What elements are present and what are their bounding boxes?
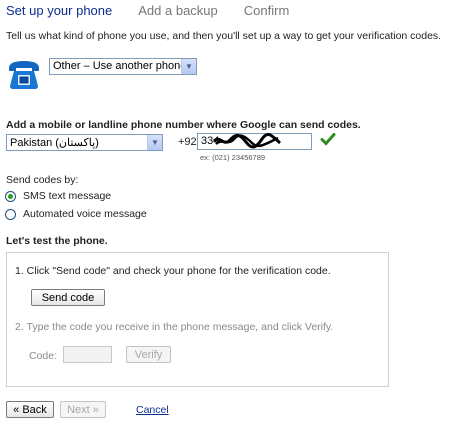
verify-button[interactable]: Verify [126, 346, 171, 363]
next-button[interactable]: Next » [60, 401, 106, 418]
step-add-backup: Add a backup [138, 3, 218, 18]
redaction-scribble [212, 132, 281, 149]
sms-radio[interactable] [5, 190, 16, 202]
voice-option[interactable]: Automated voice message [5, 208, 147, 220]
phone-example-hint: ex: (021) 23456789 [200, 153, 266, 162]
cancel-link[interactable]: Cancel [136, 404, 169, 416]
voice-label: Automated voice message [23, 208, 147, 220]
voice-radio[interactable] [5, 208, 16, 220]
phone-type-select[interactable]: Other – Use another phone ▼ [49, 58, 197, 75]
send-codes-label: Send codes by: [6, 174, 79, 186]
telephone-icon [9, 61, 39, 89]
sms-label: SMS text message [23, 190, 112, 202]
chevron-down-icon: ▼ [147, 135, 162, 150]
intro-text: Tell us what kind of phone you use, and … [6, 30, 442, 42]
country-value: Pakistan (پاکستان) [10, 137, 99, 149]
chevron-down-icon: ▼ [181, 59, 196, 74]
send-code-button[interactable]: Send code [31, 289, 105, 306]
phone-type-value: Other – Use another phone [53, 60, 187, 72]
back-button[interactable]: « Back [6, 401, 54, 418]
country-code-prefix: +92 [178, 136, 197, 148]
test-step-1: 1. Click "Send code" and check your phon… [15, 265, 331, 277]
country-select[interactable]: Pakistan (پاکستان) ▼ [6, 134, 163, 151]
sms-option[interactable]: SMS text message [5, 190, 111, 202]
test-phone-panel: 1. Click "Send code" and check your phon… [6, 252, 389, 387]
code-label: Code: [29, 350, 58, 362]
test-step-2: 2. Type the code you receive in the phon… [15, 321, 334, 333]
test-phone-heading: Let's test the phone. [6, 235, 108, 247]
code-input[interactable] [63, 346, 112, 363]
step-confirm: Confirm [243, 3, 290, 18]
checkmark-icon [320, 133, 336, 146]
step-set-up-phone: Set up your phone [6, 3, 113, 18]
step-indicator: Set up your phone Add a backup Confirm [6, 3, 315, 18]
phone-number-heading: Add a mobile or landline phone number wh… [6, 119, 361, 131]
